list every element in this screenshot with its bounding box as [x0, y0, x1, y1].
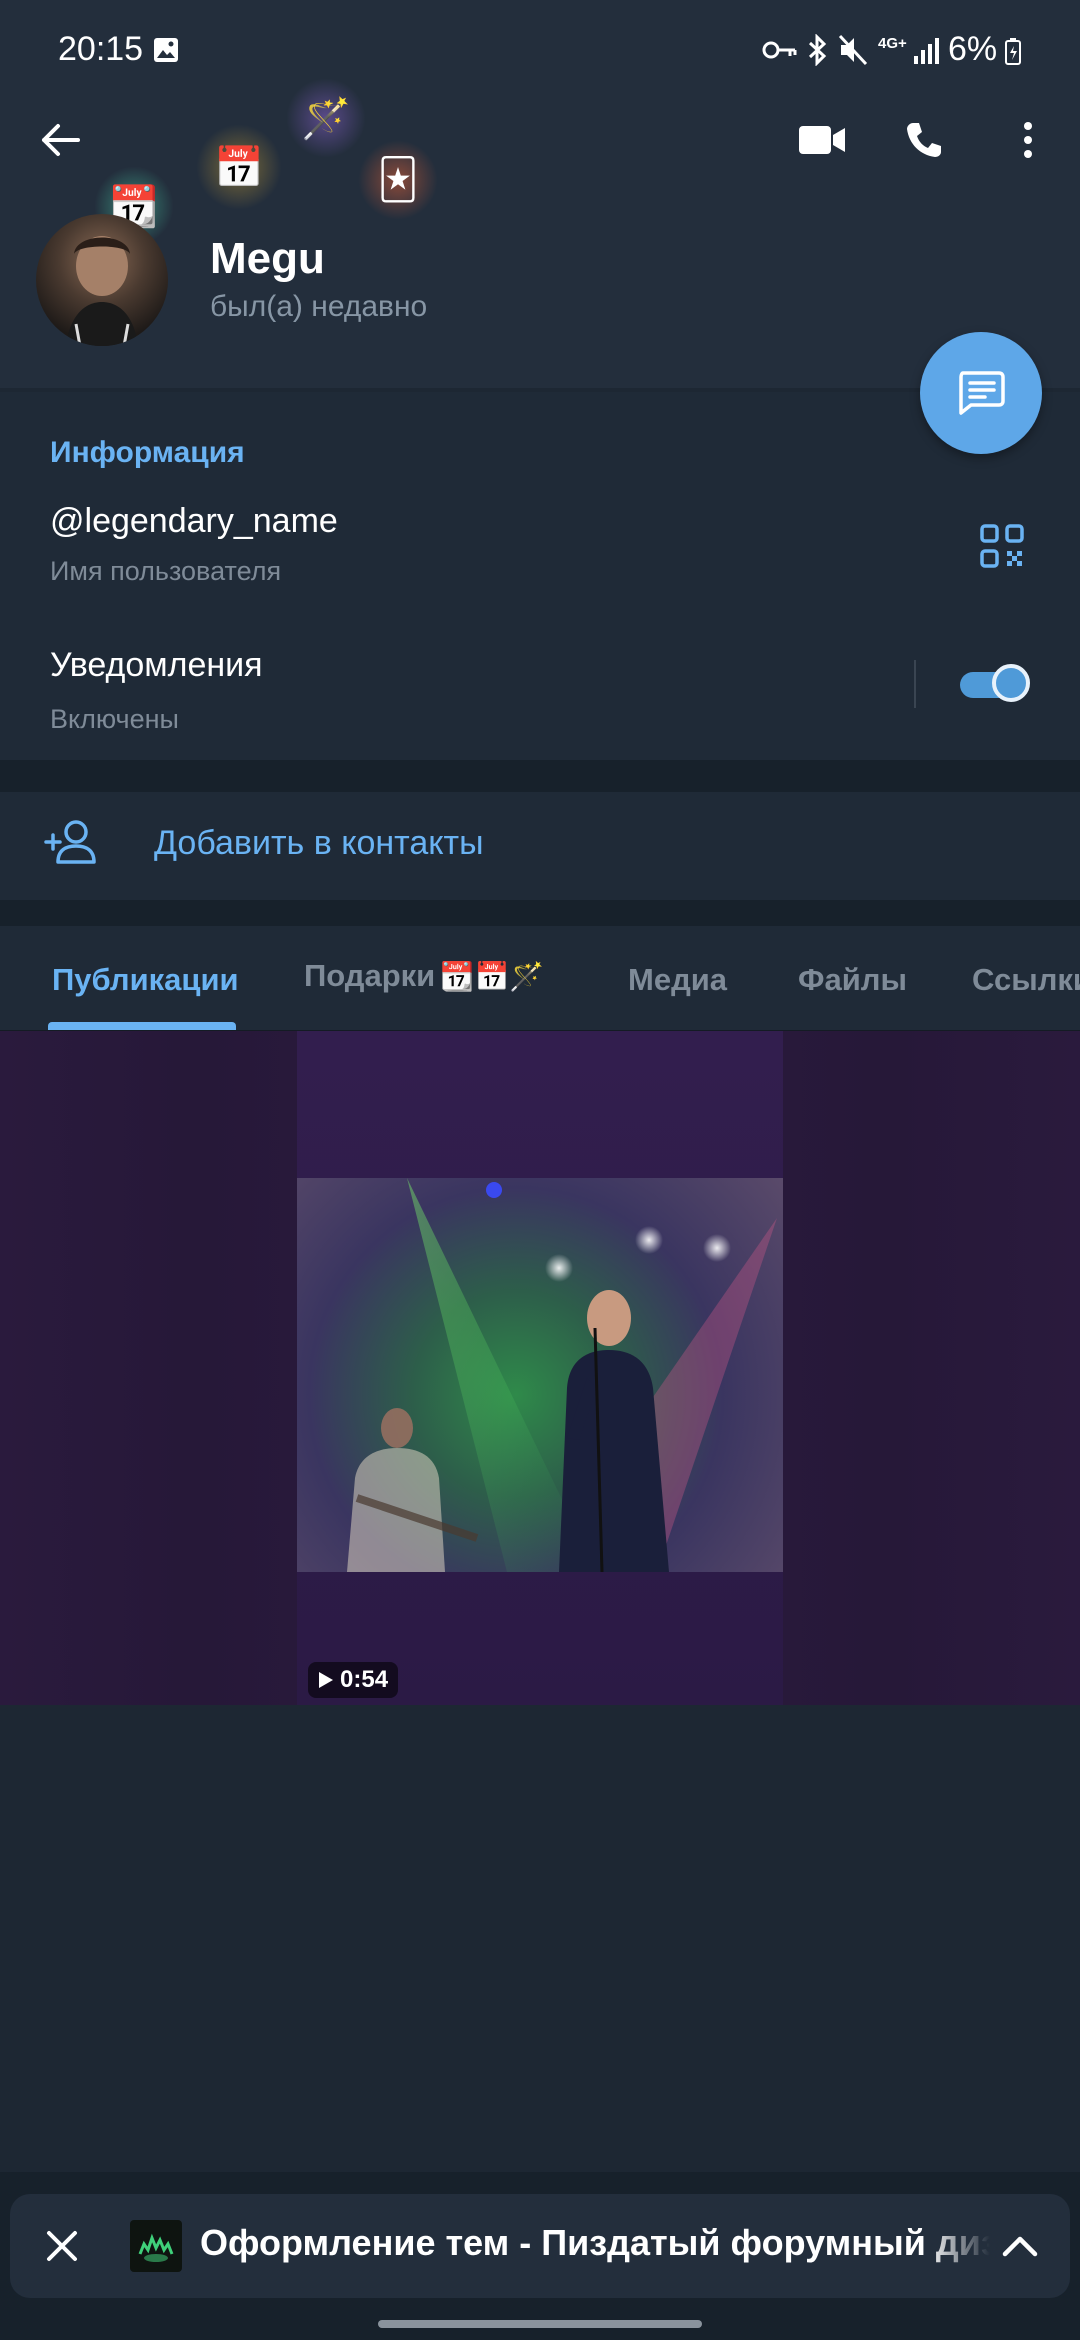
mute-icon [838, 34, 868, 71]
network-type: 4G+ [878, 35, 907, 52]
video-call-icon [799, 126, 845, 154]
magic-wand-gift-icon: 🪄 [286, 78, 366, 158]
signal-icon [912, 36, 940, 71]
close-icon [47, 2231, 77, 2261]
image-icon [152, 36, 180, 69]
username-value: @legendary_name [50, 502, 338, 540]
channel-thumbnail [130, 2220, 182, 2272]
calendar-sparkle-gift-icon: 📅 [196, 124, 282, 210]
profile-status: был(а) недавно [210, 290, 428, 323]
video-duration: 0:54 [340, 1666, 389, 1693]
more-vertical-icon [1024, 122, 1032, 158]
avatar[interactable] [36, 214, 168, 346]
jester-hat-gift-icon: 🃏 [358, 140, 438, 220]
notifications-toggle[interactable] [960, 664, 1032, 704]
qr-code-button[interactable] [974, 518, 1030, 574]
add-user-icon [44, 818, 100, 871]
close-player-button[interactable] [32, 2216, 92, 2276]
add-contact-label: Добавить в контакты [154, 824, 484, 862]
divider [914, 660, 916, 708]
back-button[interactable] [30, 110, 90, 170]
section-gap [0, 900, 1080, 926]
phone-icon [907, 123, 941, 157]
tab-indicator [48, 1022, 236, 1030]
username-caption: Имя пользователя [50, 556, 282, 586]
notifications-state: Включены [50, 704, 179, 734]
battery-percent: 6% [948, 30, 998, 68]
expand-player-button[interactable] [990, 2216, 1050, 2276]
tab-media[interactable]: Медиа [628, 962, 727, 998]
info-section-title: Информация [50, 436, 245, 469]
toggle-knob [992, 664, 1030, 702]
video-call-button[interactable] [792, 112, 852, 168]
qr-code-icon [980, 524, 1024, 568]
chevron-up-icon [1002, 2236, 1038, 2257]
chat-bubble-icon [959, 371, 1005, 415]
call-button[interactable] [894, 110, 954, 170]
home-indicator[interactable] [378, 2320, 702, 2328]
message-fab-button[interactable] [920, 332, 1042, 454]
back-arrow-icon [42, 124, 80, 156]
video-duration-badge: 0:54 [308, 1662, 399, 1698]
bluetooth-icon [806, 33, 828, 71]
tab-posts[interactable]: Публикации [52, 962, 239, 998]
gift-emojis-icon: 📆📅🪄 [439, 961, 545, 992]
play-icon [319, 1672, 333, 1688]
key-icon [762, 38, 798, 67]
section-gap [0, 760, 1080, 792]
tab-gifts[interactable]: Подарки 📆📅🪄 [304, 958, 544, 998]
notifications-label: Уведомления [50, 646, 263, 684]
video-thumbnail[interactable] [297, 1178, 783, 1572]
tab-links[interactable]: Ссылки [972, 962, 1080, 998]
tab-gifts-label: Подарки [304, 958, 436, 993]
tab-files[interactable]: Файлы [798, 962, 907, 998]
battery-icon [1004, 38, 1022, 71]
profile-name: Megu [210, 234, 325, 283]
more-button[interactable] [1000, 112, 1056, 168]
player-title: Оформление тем - Пиздатый форумный дизай… [200, 2222, 990, 2263]
status-time: 20:15 [58, 30, 144, 68]
